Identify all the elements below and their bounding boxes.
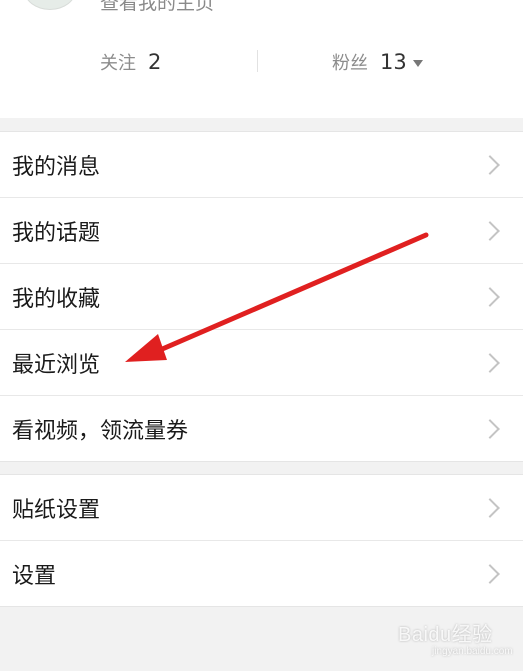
profile-card: 查看我的主页 关注 2 粉丝 13 [0, 0, 523, 118]
menu-item-watch-video-coupon[interactable]: 看视频，领流量券 [0, 396, 523, 461]
menu-item-my-topics[interactable]: 我的话题 [0, 198, 523, 264]
fans-stat[interactable]: 粉丝 13 [332, 48, 423, 76]
chevron-right-icon [480, 154, 500, 175]
menu-item-label: 贴纸设置 [12, 497, 101, 523]
menu-item-label: 我的消息 [12, 154, 101, 180]
stat-divider [257, 50, 258, 72]
watermark-url: jingyan.baidu.com [432, 646, 513, 657]
menu-item-label: 设置 [12, 563, 57, 589]
following-count: 2 [148, 50, 162, 74]
menu-group-main: 我的消息 我的话题 我的收藏 最近浏览 看视频，领流量券 [0, 131, 523, 462]
chevron-right-icon [480, 286, 500, 307]
menu-item-label: 我的话题 [12, 220, 101, 246]
chevron-right-icon [480, 563, 500, 584]
menu-item-sticker-settings[interactable]: 贴纸设置 [0, 475, 523, 541]
chevron-right-icon [480, 418, 500, 439]
chevron-right-icon [480, 220, 500, 241]
fans-count: 13 [380, 50, 407, 74]
menu-item-label: 最近浏览 [12, 352, 101, 378]
menu-group-settings: 贴纸设置 设置 [0, 474, 523, 607]
profile-link[interactable]: 查看我的主页 [100, 0, 214, 15]
menu-item-recent-views[interactable]: 最近浏览 [0, 330, 523, 396]
menu-item-label: 我的收藏 [12, 286, 101, 312]
chevron-right-icon [480, 497, 500, 518]
following-stat[interactable]: 关注 2 [100, 48, 161, 76]
caret-down-icon[interactable] [412, 59, 423, 67]
menu-item-label: 看视频，领流量券 [12, 418, 189, 444]
fans-label: 粉丝 [332, 53, 368, 74]
watermark: Baidu经验 [398, 624, 493, 646]
menu-item-my-messages[interactable]: 我的消息 [0, 132, 523, 198]
avatar[interactable] [24, 0, 76, 10]
menu-item-settings[interactable]: 设置 [0, 541, 523, 606]
following-label: 关注 [100, 53, 136, 74]
chevron-right-icon [480, 352, 500, 373]
menu-item-my-favorites[interactable]: 我的收藏 [0, 264, 523, 330]
